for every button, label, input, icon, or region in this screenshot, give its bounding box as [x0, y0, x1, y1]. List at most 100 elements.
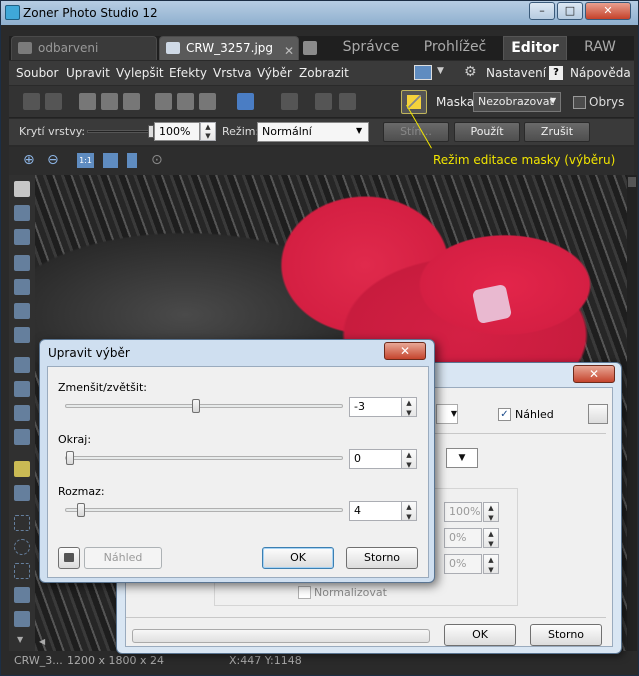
selection-brush-icon[interactable] — [14, 611, 30, 627]
ellipse-select-icon[interactable] — [14, 539, 30, 555]
menu-vylepsit[interactable]: Vylepšit — [116, 66, 164, 80]
doc-tab-odbarveni[interactable]: odbarveni — [11, 36, 157, 60]
shadow-button[interactable]: Stín... — [383, 122, 449, 142]
transform-tool-icon[interactable] — [14, 303, 30, 319]
title-bar[interactable]: Zoner Photo Studio 12 – □ ✕ — [1, 1, 638, 25]
open-folder-icon[interactable] — [79, 93, 96, 110]
warp-tool-icon[interactable] — [14, 327, 30, 343]
copy-icon[interactable] — [155, 93, 172, 110]
ok-button[interactable]: OK — [444, 624, 516, 646]
blur-slider-thumb[interactable] — [77, 503, 85, 517]
tab-raw[interactable]: RAW — [575, 36, 625, 60]
chevron-down-icon[interactable]: ▼ — [436, 404, 458, 424]
lock-button[interactable] — [58, 547, 80, 569]
fit-height-icon[interactable] — [127, 153, 137, 168]
shrink-grow-slider-thumb[interactable] — [192, 399, 200, 413]
zoom-tool-icon[interactable]: ⊙ — [151, 152, 163, 168]
zoom-tool-icon[interactable] — [14, 181, 30, 197]
preview-checkbox[interactable]: ✓ — [498, 408, 511, 421]
tab-editor[interactable]: Editor — [503, 36, 567, 60]
spinner-3[interactable]: ▲ ▼ — [483, 554, 499, 574]
chevron-down-icon[interactable]: ▼ — [437, 66, 444, 76]
scroll-up-icon[interactable] — [628, 177, 636, 187]
cancel-button[interactable]: Storno — [346, 547, 418, 569]
close-button[interactable]: ✕ — [573, 365, 615, 383]
actual-size-icon[interactable]: 1:1 — [77, 153, 94, 168]
scroll-left-icon[interactable]: ◀ — [39, 637, 48, 647]
menu-vyber[interactable]: Výběr — [257, 66, 292, 80]
layout-icon[interactable] — [588, 404, 608, 424]
shrink-grow-spinner[interactable]: ▲ ▼ — [401, 397, 417, 417]
cancel-button[interactable]: Storno — [530, 624, 602, 646]
blur-slider[interactable] — [65, 503, 343, 517]
healing-tool-icon[interactable] — [14, 405, 30, 421]
blend-mode-select[interactable]: Normální ▼ — [257, 122, 369, 142]
close-tab-icon[interactable]: ✕ — [284, 40, 294, 62]
menu-soubor[interactable]: Soubor — [16, 66, 58, 80]
preview-button[interactable]: Náhled — [84, 547, 162, 569]
edge-slider-thumb[interactable] — [66, 451, 74, 465]
vertical-scrollbar[interactable] — [627, 175, 637, 651]
maximize-button[interactable]: □ — [557, 2, 583, 20]
chevron-down-icon[interactable]: ▼ — [446, 448, 478, 468]
ok-button[interactable]: OK — [262, 547, 334, 569]
zoom-in-icon[interactable]: ⊕ — [23, 152, 35, 168]
close-button[interactable]: ✕ — [384, 342, 426, 360]
magic-wand-icon[interactable] — [14, 587, 30, 603]
save-icon[interactable] — [101, 93, 118, 110]
crop-tool-icon[interactable] — [14, 229, 30, 245]
eraser-tool-icon[interactable] — [14, 485, 30, 501]
retouch-tool-icon[interactable] — [14, 429, 30, 445]
apply-button[interactable]: Použít — [454, 122, 520, 142]
doc-tab-crw[interactable]: CRW_3257.jpg ✕ — [159, 36, 299, 60]
forward-icon[interactable] — [45, 93, 62, 110]
print-icon[interactable] — [123, 93, 140, 110]
monitor-icon[interactable] — [414, 65, 432, 80]
menu-nastaveni[interactable]: Nastavení — [486, 66, 546, 80]
opacity-slider[interactable] — [87, 125, 154, 138]
edge-slider[interactable] — [65, 451, 343, 465]
chevron-down-icon[interactable]: ▼ — [17, 635, 23, 644]
tab-spravce[interactable]: Správce — [331, 36, 411, 60]
menu-efekty[interactable]: Efekty — [169, 66, 207, 80]
grid-icon[interactable] — [315, 93, 332, 110]
menu-zobrazit[interactable]: Zobrazit — [299, 66, 349, 80]
edge-input[interactable]: 0 — [349, 449, 403, 469]
blur-spinner[interactable]: ▲ ▼ — [401, 501, 417, 521]
redo-icon[interactable] — [281, 93, 298, 110]
discard-button[interactable]: Zrušit — [524, 122, 590, 142]
blur-input[interactable]: 4 — [349, 501, 403, 521]
value-field-2[interactable]: 0% — [444, 528, 482, 548]
value-field-1[interactable]: 100% — [444, 502, 482, 522]
rect-select-icon[interactable] — [14, 515, 30, 531]
fit-icon[interactable] — [103, 153, 118, 168]
minimize-button[interactable]: – — [529, 2, 555, 20]
close-button[interactable]: ✕ — [585, 2, 631, 20]
hand-tool-icon[interactable] — [14, 205, 30, 221]
grid-alt-icon[interactable] — [339, 93, 356, 110]
perspective-tool-icon[interactable] — [14, 279, 30, 295]
normalize-checkbox[interactable] — [298, 586, 311, 599]
mask-edit-mode-button[interactable] — [401, 90, 427, 114]
mask-select[interactable]: Nezobrazovat ▼ — [473, 92, 561, 112]
menu-vrstva[interactable]: Vrstva — [213, 66, 252, 80]
back-icon[interactable] — [23, 93, 40, 110]
brush-tool-icon[interactable] — [14, 461, 30, 477]
paste-as-icon[interactable] — [199, 93, 216, 110]
shrink-grow-slider[interactable] — [65, 399, 343, 413]
spinner-2[interactable]: ▲ ▼ — [483, 528, 499, 548]
menu-napoveda[interactable]: Nápověda — [570, 66, 631, 80]
value-field-3[interactable]: 0% — [444, 554, 482, 574]
red-eye-tool-icon[interactable] — [14, 357, 30, 373]
outline-checkbox[interactable] — [573, 96, 586, 109]
zoom-out-icon[interactable]: ⊖ — [47, 152, 59, 168]
paste-icon[interactable] — [177, 93, 194, 110]
clone-stamp-icon[interactable] — [14, 381, 30, 397]
straighten-tool-icon[interactable] — [14, 255, 30, 271]
opacity-input[interactable]: 100% — [154, 122, 200, 141]
lasso-select-icon[interactable] — [14, 563, 30, 579]
tab-prohlizec[interactable]: Prohlížeč — [413, 36, 497, 60]
shrink-grow-input[interactable]: -3 — [349, 397, 403, 417]
spinner-1[interactable]: ▲ ▼ — [483, 502, 499, 522]
undo-icon[interactable] — [237, 93, 254, 110]
